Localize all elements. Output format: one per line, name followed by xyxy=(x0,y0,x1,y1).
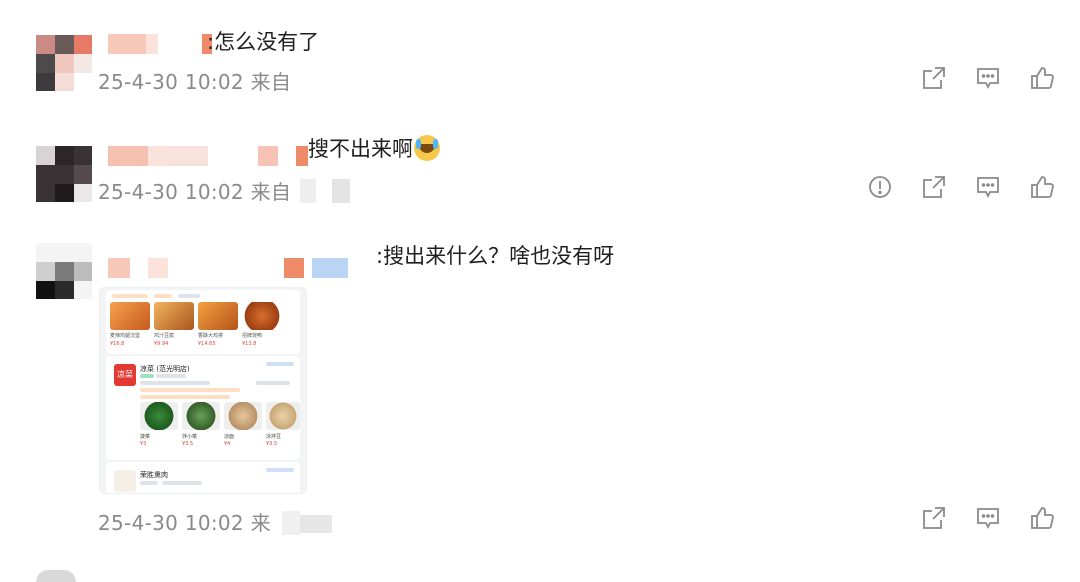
dish-image xyxy=(224,402,262,430)
store-card[interactable]: 凉菜 凉菜 (范光明店) 菠菜 拌小菜 凉面 凉拌豆 ¥3 ¥3.5 ¥4 ¥3… xyxy=(106,356,300,460)
like-icon[interactable] xyxy=(1028,173,1056,201)
comment-item-3: :搜出来什么？啥也没有呀 麦辣鸡腿汉堡 鸡汁豆腐 香酥大鸡排 招牌烧鸭 ¥16.… xyxy=(0,225,1080,555)
store-logo xyxy=(114,470,136,492)
comment-meta: 25-4-30 10:02 来 xyxy=(98,511,271,535)
store-link[interactable] xyxy=(266,362,294,366)
comment-text: :搜出来什么？啥也没有呀 xyxy=(376,244,615,268)
comment-text: :怎么没有了 xyxy=(207,30,320,54)
comment-meta: 25-4-30 10:02 来自 xyxy=(98,70,292,94)
dish-image xyxy=(140,402,178,430)
dish-price: ¥4 xyxy=(224,441,231,447)
food-price: ¥13.8 xyxy=(242,341,257,347)
comment-icon[interactable] xyxy=(974,504,1002,532)
dish-name: 菠菜 xyxy=(140,434,151,440)
crying-laughing-emoji-icon xyxy=(414,135,440,161)
food-price: ¥16.8 xyxy=(110,341,125,347)
share-icon[interactable] xyxy=(920,504,948,532)
food-image xyxy=(154,302,194,330)
dish-price: ¥3 xyxy=(140,441,147,447)
dish-price: ¥3.5 xyxy=(266,441,278,447)
store-logo: 凉菜 xyxy=(114,364,136,386)
comment-text: 搜不出来啊 xyxy=(308,135,440,163)
food-price: ¥9.94 xyxy=(154,341,169,347)
like-icon[interactable] xyxy=(1028,504,1056,532)
like-icon[interactable] xyxy=(1028,64,1056,92)
comment-actions xyxy=(920,504,1056,532)
attached-screenshot[interactable]: 麦辣鸡腿汉堡 鸡汁豆腐 香酥大鸡排 招牌烧鸭 ¥16.8 ¥9.94 ¥14.6… xyxy=(99,287,307,494)
store-name: 荣胜熏肉 xyxy=(140,471,168,479)
avatar[interactable] xyxy=(36,570,76,582)
food-row: 麦辣鸡腿汉堡 鸡汁豆腐 香酥大鸡排 招牌烧鸭 ¥16.8 ¥9.94 ¥14.6… xyxy=(106,290,300,354)
comment-item-2: 搜不出来啊 25-4-30 10:02 来自 xyxy=(0,115,1080,225)
comment-meta: 25-4-30 10:02 来自 xyxy=(98,180,292,204)
comment-item-1: :怎么没有了 25-4-30 10:02 来自 xyxy=(0,0,1080,115)
share-icon[interactable] xyxy=(920,64,948,92)
username-mosaic[interactable] xyxy=(108,146,308,166)
food-name: 香酥大鸡排 xyxy=(198,333,224,339)
meta-mosaic xyxy=(300,179,352,203)
store-card[interactable]: 荣胜熏肉 xyxy=(106,462,300,493)
comment-text-body: 搜不出来啊 xyxy=(308,137,413,161)
food-image xyxy=(198,302,238,330)
username-mosaic[interactable] xyxy=(108,258,368,278)
food-image xyxy=(110,302,150,330)
avatar[interactable] xyxy=(36,243,92,299)
dish-name: 凉面 xyxy=(224,434,235,440)
meta-mosaic xyxy=(282,511,336,535)
avatar[interactable] xyxy=(36,35,92,91)
comment-icon[interactable] xyxy=(974,64,1002,92)
dish-image xyxy=(182,402,220,430)
report-icon[interactable] xyxy=(866,173,894,201)
food-price: ¥14.65 xyxy=(198,341,216,347)
dish-price: ¥3.5 xyxy=(182,441,194,447)
share-icon[interactable] xyxy=(920,173,948,201)
comment-actions xyxy=(920,64,1056,92)
food-name: 鸡汁豆腐 xyxy=(154,333,175,339)
dish-image xyxy=(266,402,300,430)
store-link[interactable] xyxy=(266,468,294,472)
food-name: 麦辣鸡腿汉堡 xyxy=(110,333,141,339)
dish-name: 凉拌豆 xyxy=(266,434,282,440)
comment-icon[interactable] xyxy=(974,173,1002,201)
comment-actions xyxy=(866,173,1056,201)
avatar[interactable] xyxy=(36,146,92,202)
food-name: 招牌烧鸭 xyxy=(242,333,263,339)
username-mosaic[interactable] xyxy=(108,34,216,54)
store-name: 凉菜 (范光明店) xyxy=(140,365,190,373)
food-image xyxy=(242,302,282,330)
dish-name: 拌小菜 xyxy=(182,434,198,440)
